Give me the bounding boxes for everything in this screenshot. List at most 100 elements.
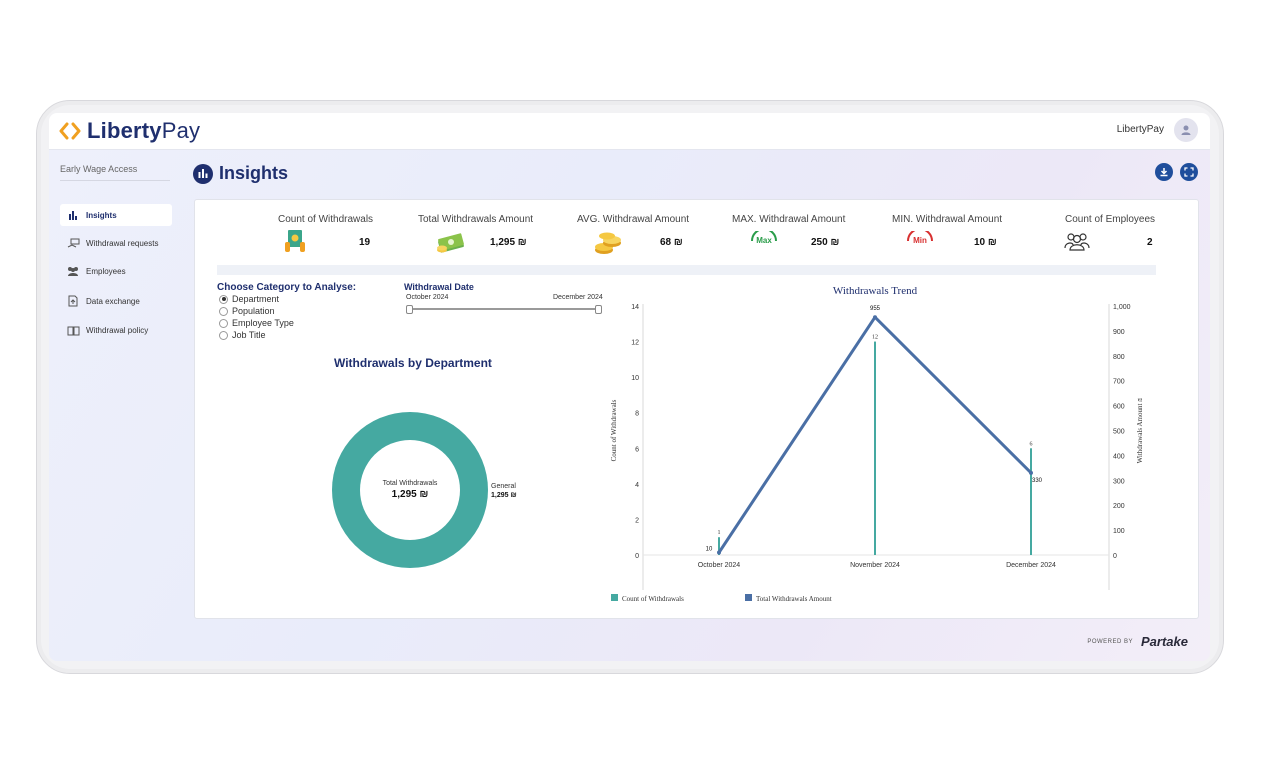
download-icon <box>1160 168 1168 177</box>
legend-label-count: Count of Withdrawals <box>622 595 684 603</box>
y-right-tick-label: 400 <box>1113 453 1125 460</box>
slider-handle-end[interactable] <box>595 305 602 314</box>
x-tick-label: November 2024 <box>850 562 900 569</box>
fullscreen-button[interactable] <box>1180 163 1198 181</box>
logo-chevrons-icon <box>59 122 81 140</box>
kpi-label-total-amount: Total Withdrawals Amount <box>418 214 534 225</box>
user-name: LibertyPay <box>1116 124 1164 135</box>
withdrawals-trend-chart: Withdrawals Trend 0 2 4 6 8 10 12 14 0 100 200 300 40… <box>610 285 1144 603</box>
radio-label: Population <box>232 306 275 316</box>
kpi-value-max-amount: 250 ₪ <box>811 237 840 248</box>
sidebar-item-withdrawal-requests[interactable]: Withdrawal requests <box>60 232 172 254</box>
cash-stack-icon <box>437 233 464 253</box>
kpi-value-count-withdrawals: 19 <box>359 237 371 248</box>
y-right-axis-label: Withdrawals Amount ₪ <box>1136 398 1144 464</box>
radio-dot[interactable] <box>219 330 228 340</box>
date-range-slider[interactable] <box>406 305 602 314</box>
y-right-tick-label: 900 <box>1113 329 1125 336</box>
page-title-text: Insights <box>219 163 289 183</box>
x-tick-label: October 2024 <box>698 562 741 569</box>
radio-department[interactable]: Department <box>219 294 279 304</box>
sidebar-item-label: Employees <box>86 266 126 276</box>
y-right-tick-label: 100 <box>1113 528 1125 535</box>
kpi-value-count-employees: 2 <box>1147 237 1153 248</box>
date-filter-title: Withdrawal Date <box>404 282 474 292</box>
money-hand-icon <box>285 230 305 252</box>
kpi-value-min-amount: 10 ₪ <box>974 237 997 248</box>
donut-chart[interactable]: Total Withdrawals 1,295 ₪ <box>332 412 488 568</box>
line-data-label: 330 <box>1032 478 1043 484</box>
y-right-tick-label: 500 <box>1113 429 1125 436</box>
radio-dot[interactable] <box>219 294 228 304</box>
line-point <box>1029 470 1033 475</box>
powered-by-text: POWERED BY <box>1087 638 1134 645</box>
file-upload-icon <box>66 295 80 307</box>
min-badge-text: Min <box>913 236 927 245</box>
coins-icon <box>595 232 621 254</box>
page-title: Insights <box>193 163 288 184</box>
radio-job-title[interactable]: Job Title <box>219 330 266 340</box>
y-right-tick-label: 0 <box>1113 553 1117 560</box>
bar-chart-icon <box>66 209 80 221</box>
employees-icon <box>1064 233 1090 251</box>
chart-title: Withdrawals Trend <box>833 285 918 297</box>
sidebar-item-data-exchange[interactable]: Data exchange <box>60 290 172 312</box>
radio-dot[interactable] <box>219 318 228 328</box>
sidebar: Early Wage Access Insights Withdrawal re… <box>49 150 181 661</box>
user-avatar[interactable] <box>1174 118 1198 142</box>
download-button[interactable] <box>1155 163 1173 181</box>
sidebar-item-label: Withdrawal policy <box>86 325 149 335</box>
top-bar: LibertyPay LibertyPay <box>49 113 1210 150</box>
radio-employee-type[interactable]: Employee Type <box>219 318 294 328</box>
y-left-tick-label: 14 <box>631 304 639 311</box>
line-point <box>873 315 877 320</box>
min-gauge-icon: Min <box>907 231 933 245</box>
y-right-tick-label: 200 <box>1113 503 1125 510</box>
liberty-pay-logo[interactable]: LibertyPay <box>59 117 200 145</box>
donut-segment-label: General 1,295 ₪ <box>491 482 517 500</box>
y-left-tick-label: 0 <box>635 553 639 560</box>
donut-center-value: 1,295 ₪ <box>391 489 429 500</box>
y-right-tick-label: 600 <box>1113 404 1125 411</box>
line-data-label: 955 <box>870 306 881 312</box>
y-left-tick-label: 6 <box>635 446 639 453</box>
donut-center-label: Total Withdrawals <box>382 480 438 487</box>
y-right-tick-label: 700 <box>1113 379 1125 386</box>
radio-label: Employee Type <box>232 318 294 328</box>
line-data-label: 10 <box>706 547 713 553</box>
segment-name: General <box>491 483 516 490</box>
radio-population[interactable]: Population <box>219 306 275 316</box>
sidebar-item-label: Withdrawal requests <box>86 238 159 248</box>
logo-text-pay: Pay <box>161 118 201 143</box>
sidebar-section-title: Early Wage Access <box>60 164 170 181</box>
y-right-tick-label: 800 <box>1113 354 1125 361</box>
y-left-tick-label: 8 <box>635 411 639 418</box>
date-to-label: December 2024 <box>553 294 603 301</box>
powered-by: POWERED BY Partake <box>1087 634 1188 649</box>
sidebar-item-insights[interactable]: Insights <box>60 204 172 226</box>
line-point <box>717 550 721 555</box>
y-left-tick-label: 2 <box>635 517 639 524</box>
bar-data-label: 6 <box>1030 441 1033 447</box>
legend-swatch-count <box>611 594 618 601</box>
sidebar-item-withdrawal-policy[interactable]: Withdrawal policy <box>60 319 172 341</box>
kpi-value-total-amount: 1,295 ₪ <box>490 237 527 248</box>
y-right-tick-label: 300 <box>1113 478 1125 485</box>
slider-handle-start[interactable] <box>406 305 413 314</box>
kpi-divider <box>217 265 1156 275</box>
app-screen: LibertyPay LibertyPay Early Wage Access … <box>49 113 1210 661</box>
max-gauge-icon: Max <box>751 231 777 245</box>
legend-label-amount: Total Withdrawals Amount <box>756 595 832 603</box>
insights-card: Count of Withdrawals 19 Total Withdrawal… <box>194 199 1199 619</box>
x-tick-label: December 2024 <box>1006 562 1056 569</box>
fullscreen-icon <box>1184 167 1194 177</box>
bar-data-label: 12 <box>872 335 878 341</box>
radio-dot[interactable] <box>219 306 228 316</box>
kpi-value-avg-amount: 68 ₪ <box>660 237 683 248</box>
kpi-label-count-withdrawals: Count of Withdrawals <box>278 214 374 225</box>
y-left-tick-label: 10 <box>631 375 639 382</box>
radio-label: Job Title <box>232 330 266 340</box>
sidebar-item-employees[interactable]: Employees <box>60 260 172 282</box>
y-left-tick-label: 12 <box>631 340 639 347</box>
hand-money-icon <box>66 237 80 249</box>
